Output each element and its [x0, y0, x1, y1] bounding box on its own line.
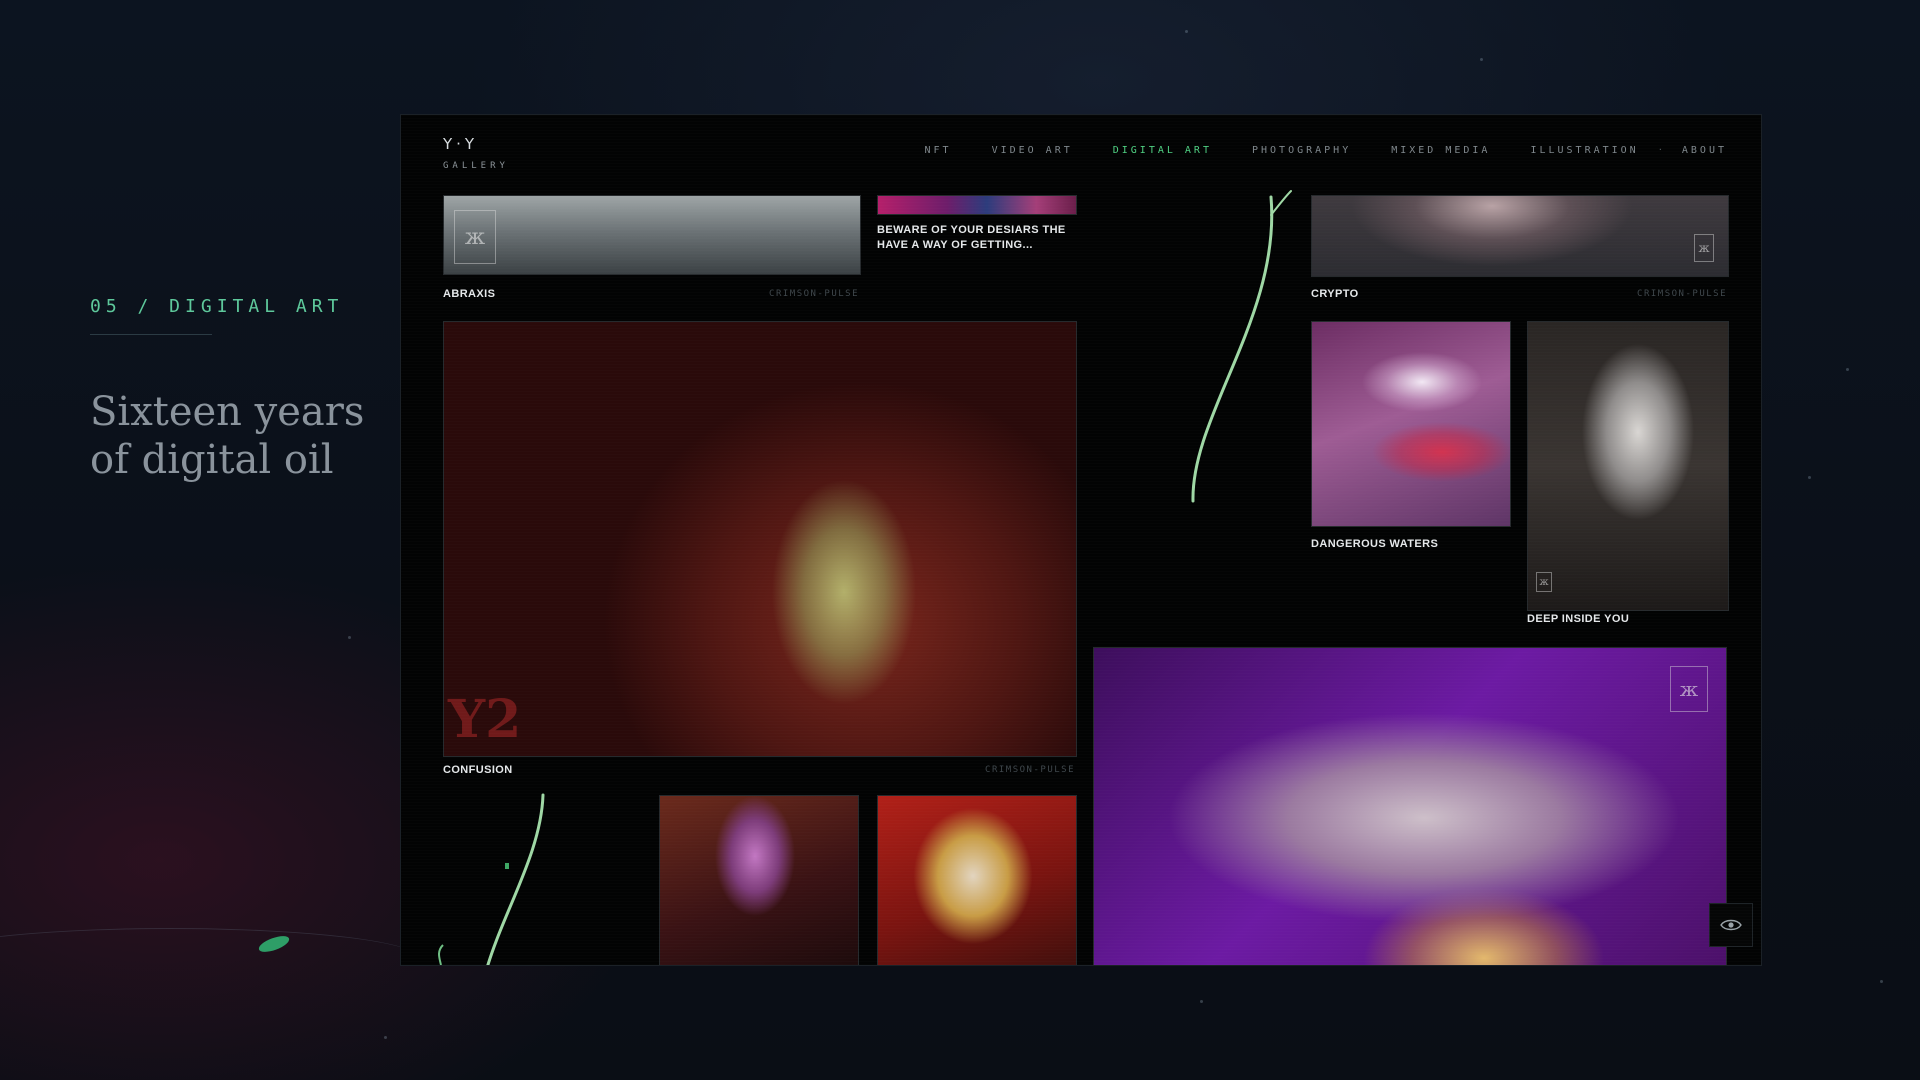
- signature-icon: ж: [1694, 234, 1714, 262]
- artwork-title: DANGEROUS WATERS: [1311, 538, 1439, 550]
- artwork-confusion[interactable]: Y2: [443, 321, 1077, 757]
- signature-icon: ж: [454, 210, 496, 264]
- nav-item-nft[interactable]: NFT: [925, 145, 952, 156]
- artwork-dangerous-waters[interactable]: [1311, 321, 1511, 527]
- page-background: 05 / DIGITAL ART Sixteen years of digita…: [0, 0, 1920, 1080]
- ambient-dot: [1480, 58, 1483, 61]
- artwork-title: DEEP INSIDE YOU: [1527, 613, 1630, 625]
- ambient-dot: [1200, 1000, 1203, 1003]
- artwork-crypto[interactable]: ж: [1311, 195, 1729, 277]
- artwork-title: BEWARE OF YOUR DESIARS THE HAVE A WAY OF…: [877, 224, 1066, 251]
- signature-icon: ж: [1670, 666, 1708, 712]
- nav-item-about[interactable]: ABOUT: [1682, 145, 1727, 156]
- logo-subtitle: GALLERY: [443, 161, 509, 171]
- main-nav: NFT VIDEO ART DIGITAL ART PHOTOGRAPHY MI…: [885, 145, 1728, 156]
- ambient-dot: [1185, 30, 1188, 33]
- logo-mark: Y·Y: [443, 135, 479, 153]
- artwork-blonde-portrait[interactable]: [877, 795, 1077, 965]
- nav-item-video-art[interactable]: VIDEO ART: [992, 145, 1073, 156]
- nav-item-mixed-media[interactable]: MIXED MEDIA: [1391, 145, 1490, 156]
- nav-item-illustration[interactable]: ILLUSTRATION: [1530, 145, 1638, 156]
- artwork-tag: CRIMSON-PULSE: [769, 289, 859, 299]
- section-label: 05 / DIGITAL ART: [90, 296, 344, 317]
- watermark: Y2: [448, 689, 522, 750]
- section-divider: [90, 334, 212, 335]
- artwork-title: ABRAXIS: [443, 288, 496, 300]
- eye-icon: [1720, 919, 1742, 931]
- intro-heading: Sixteen years of digital oil: [90, 389, 365, 483]
- artwork-masked-figure[interactable]: [659, 795, 859, 965]
- ambient-dot: [348, 636, 351, 639]
- artwork-title: CONFUSION: [443, 764, 513, 776]
- horizon-line: [0, 928, 420, 989]
- artwork-title: CRYPTO: [1311, 288, 1359, 300]
- artwork-purple-abstract[interactable]: ж: [1093, 647, 1727, 965]
- ambient-dot: [1846, 368, 1849, 371]
- gallery-logo[interactable]: Y·Y GALLERY: [443, 135, 509, 171]
- artwork-deep-inside-you[interactable]: ж: [1527, 321, 1729, 611]
- artwork-tag: CRIMSON-PULSE: [1637, 289, 1727, 299]
- artwork-beware[interactable]: [877, 195, 1077, 215]
- nav-item-digital-art[interactable]: DIGITAL ART: [1113, 145, 1212, 156]
- preview-toggle-button[interactable]: [1709, 903, 1753, 947]
- nav-separator: ·: [1658, 145, 1662, 156]
- ambient-dot: [1808, 476, 1811, 479]
- artwork-abraxis[interactable]: ж: [443, 195, 861, 275]
- ambient-dot: [1880, 980, 1883, 983]
- gallery-window: Y·Y GALLERY NFT VIDEO ART DIGITAL ART PH…: [400, 114, 1762, 966]
- nav-item-photography[interactable]: PHOTOGRAPHY: [1252, 145, 1351, 156]
- ambient-dot: [384, 1036, 387, 1039]
- signature-icon: ж: [1536, 572, 1552, 592]
- artwork-tag: CRIMSON-PULSE: [985, 765, 1075, 775]
